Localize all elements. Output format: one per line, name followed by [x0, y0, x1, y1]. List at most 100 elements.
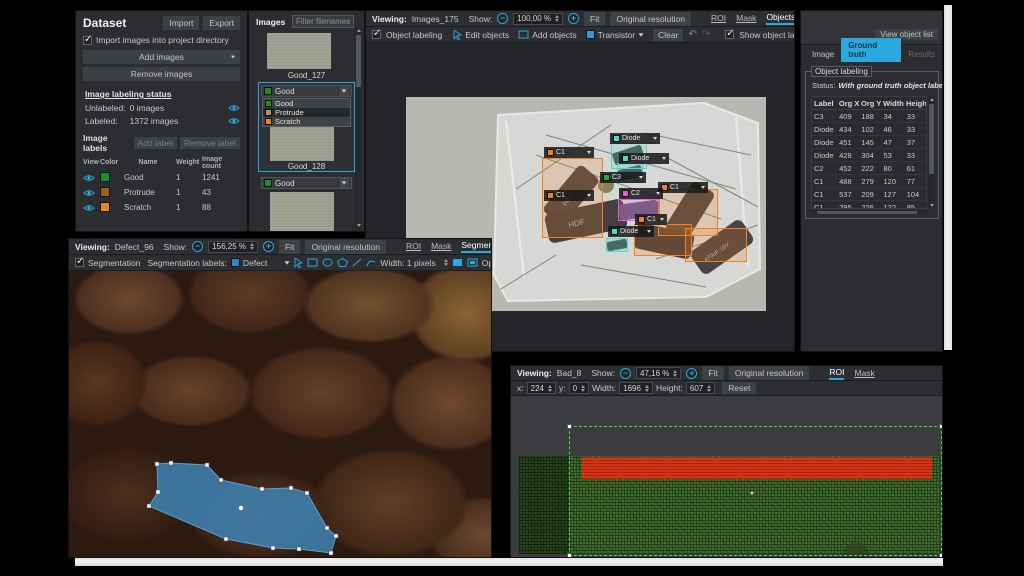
object-table-vscrollbar[interactable]	[928, 96, 935, 209]
tab-ground-truth[interactable]: Ground truth	[841, 38, 901, 62]
tab-mask[interactable]: Mask	[736, 13, 756, 24]
polygon-vertex-handle[interactable]	[155, 462, 159, 466]
zoom-in-icon[interactable]: +	[686, 368, 697, 379]
object-label-chip[interactable]: C1	[544, 147, 594, 158]
fit-button[interactable]: Fit	[702, 366, 723, 380]
export-button[interactable]: Export	[203, 16, 240, 30]
polygon-vertex-handle[interactable]	[325, 526, 329, 530]
zoom-in-icon[interactable]: +	[568, 13, 579, 24]
original-resolution-button[interactable]: Original resolution	[729, 366, 810, 380]
label-color-swatch[interactable]	[100, 202, 110, 212]
object-bounding-box[interactable]	[685, 228, 747, 262]
window-edge-scrollbar[interactable]	[944, 5, 952, 350]
object-label-chip[interactable]: Diode	[608, 226, 654, 237]
images-scrollbar[interactable]	[355, 27, 362, 229]
fit-button[interactable]: Fit	[584, 12, 605, 26]
reset-roi-button[interactable]: Reset	[722, 382, 756, 394]
roi-y-spinner[interactable]: 0	[569, 382, 589, 394]
roi-x-spinner[interactable]: 224	[527, 382, 556, 394]
object-label-chip[interactable]: Diode	[619, 153, 669, 164]
remove-label-button[interactable]: Remove label	[180, 137, 240, 149]
unlabeled-eye-icon[interactable]	[228, 104, 240, 112]
dropdown-button[interactable]	[338, 178, 349, 188]
roi-rectangle[interactable]	[569, 426, 942, 556]
polygon-vertex-handle[interactable]	[297, 547, 301, 551]
object-label-chip[interactable]: C1	[658, 182, 708, 193]
tab-roi[interactable]: ROI	[711, 13, 726, 24]
dropdown-arrow-icon[interactable]	[701, 186, 705, 189]
polygon-vertex-handle[interactable]	[147, 504, 151, 508]
image-label-dropdown-good-128[interactable]: Good	[261, 85, 352, 97]
add-images-dropdown-icon[interactable]	[231, 56, 235, 59]
object-label-chip[interactable]: C1	[635, 214, 667, 225]
clear-objects-button[interactable]: Clear	[653, 29, 683, 41]
edit-objects-button[interactable]: Edit objects	[453, 30, 509, 40]
roi-handle-top-left[interactable]	[567, 424, 572, 429]
image-label-dropdown-next[interactable]: Good	[261, 177, 352, 189]
remove-images-button[interactable]: Remove images	[83, 67, 240, 81]
object-table-row[interactable]: C24522228061	[812, 162, 926, 175]
label-dropdown-option[interactable]: Scratch	[263, 117, 350, 126]
polygon-vertex-handle[interactable]	[289, 486, 293, 490]
dropdown-arrow-icon[interactable]	[662, 157, 666, 160]
add-images-button[interactable]: Add images	[83, 50, 240, 64]
visibility-eye-icon[interactable]	[83, 189, 100, 197]
image-thumbnail-good-128[interactable]	[270, 127, 334, 161]
zoom-out-icon[interactable]: −	[620, 368, 631, 379]
zoom-level-spinner[interactable]: 47,16 %	[636, 367, 681, 379]
labeled-eye-icon[interactable]	[228, 117, 240, 125]
polygon-vertex-handle[interactable]	[305, 491, 309, 495]
object-table-row[interactable]: Diode4283045333	[812, 149, 926, 162]
polygon-center-point[interactable]	[239, 506, 243, 510]
polygon-vertex-handle[interactable]	[271, 546, 275, 550]
object-label-chip[interactable]: C3	[600, 172, 646, 183]
import-button[interactable]: Import	[163, 16, 199, 30]
object-class-selector[interactable]: Transistor	[586, 30, 644, 40]
polygon-vertex-handle[interactable]	[156, 490, 160, 494]
tab-objects[interactable]: Objects	[766, 12, 795, 25]
dropdown-arrow-icon[interactable]	[653, 137, 657, 140]
tab-mask[interactable]: Mask	[854, 368, 874, 379]
visibility-eye-icon[interactable]	[83, 174, 100, 182]
undo-icon[interactable]	[688, 30, 696, 40]
tab-results[interactable]: Results	[901, 47, 942, 62]
object-label-chip[interactable]: C2	[619, 188, 663, 199]
dropdown-button[interactable]	[338, 86, 349, 96]
image-thumbnail-next[interactable]	[270, 192, 334, 232]
visibility-eye-icon[interactable]	[83, 204, 100, 212]
roi-center-point[interactable]	[750, 491, 754, 495]
dropdown-arrow-icon[interactable]	[656, 192, 660, 195]
add-label-button[interactable]: Add label	[134, 137, 177, 149]
window-bottom-scrollbar[interactable]	[75, 558, 943, 566]
polygon-vertex-handle[interactable]	[224, 537, 228, 541]
polygon-vertex-handle[interactable]	[219, 478, 223, 482]
polygon-vertex-handle[interactable]	[334, 534, 338, 538]
object-table-row[interactable]: C1537209127104	[812, 188, 926, 201]
tab-roi[interactable]: ROI	[829, 367, 844, 380]
dropdown-arrow-icon[interactable]	[660, 218, 664, 221]
redo-icon[interactable]	[702, 30, 710, 40]
roi-handle-top-right[interactable]	[939, 424, 943, 429]
object-table-row[interactable]: Diode4511454737	[812, 136, 926, 149]
roi-image-area[interactable]	[511, 396, 942, 557]
polygon-vertex-handle[interactable]	[169, 461, 173, 465]
object-table-row[interactable]: C129522612285	[812, 201, 926, 209]
dropdown-arrow-icon[interactable]	[639, 176, 643, 179]
polygon-vertex-handle[interactable]	[329, 551, 333, 555]
object-label-chip[interactable]: C1	[544, 190, 594, 201]
object-table[interactable]: LabelOrg XOrg YWidthHeightC34091883433Di…	[811, 96, 927, 209]
object-bounding-box[interactable]	[606, 238, 628, 252]
image-thumbnail-good-127[interactable]	[267, 33, 331, 69]
tab-image[interactable]: Image	[805, 47, 841, 62]
import-images-checkbox[interactable]	[83, 36, 92, 45]
zoom-level-spinner[interactable]: 100,00 %	[513, 13, 563, 25]
label-dropdown-option[interactable]: Protrude	[263, 108, 350, 117]
dropdown-arrow-icon[interactable]	[647, 230, 651, 233]
dropdown-arrow-icon[interactable]	[587, 194, 591, 197]
zoom-out-icon[interactable]: −	[497, 13, 508, 24]
filter-filenames-input[interactable]	[292, 15, 354, 28]
object-table-hscrollbar[interactable]	[811, 210, 927, 215]
polygon-vertex-handle[interactable]	[205, 463, 209, 467]
roi-height-spinner[interactable]: 607	[686, 382, 715, 394]
label-color-swatch[interactable]	[100, 172, 110, 182]
